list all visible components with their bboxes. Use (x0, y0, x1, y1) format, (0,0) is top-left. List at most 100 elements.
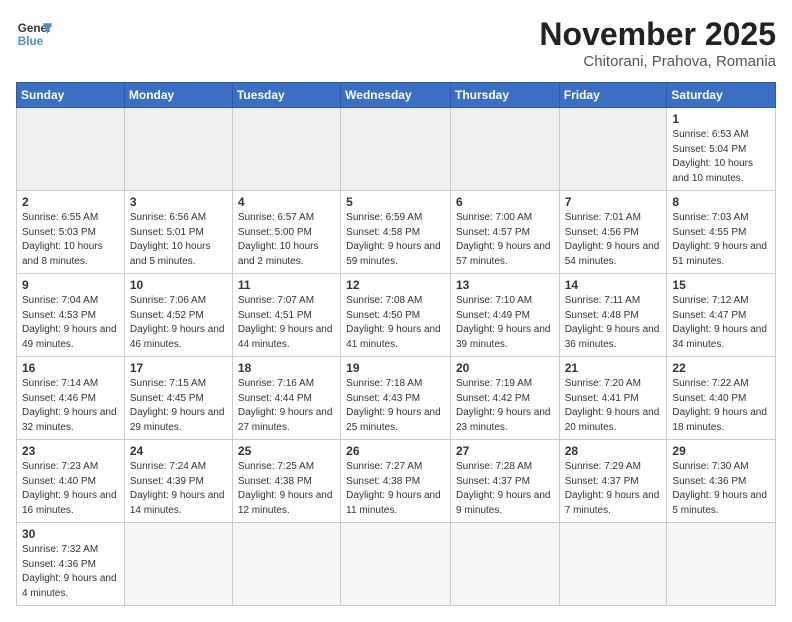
day-number: 21 (565, 361, 662, 375)
calendar-day-cell: 18 Sunrise: 7:16 AMSunset: 4:44 PMDayligh… (232, 357, 340, 440)
calendar-day-cell: 7 Sunrise: 7:01 AMSunset: 4:56 PMDaylight… (559, 191, 667, 274)
weekday-header: Thursday (450, 83, 559, 108)
calendar-day-cell: 21 Sunrise: 7:20 AMSunset: 4:41 PMDayligh… (559, 357, 667, 440)
month-title: November 2025 (539, 16, 776, 53)
day-number: 11 (238, 278, 335, 292)
calendar-day-cell: 25Sunrise: 7:25 AMSunset: 4:38 PMDayligh… (232, 440, 340, 523)
calendar-day-cell (341, 523, 451, 606)
day-number: 18 (238, 361, 335, 375)
calendar-day-cell (559, 523, 667, 606)
day-info: Sunrise: 7:22 AMSunset: 4:40 PMDaylight:… (672, 377, 770, 435)
day-number: 27 (456, 444, 554, 458)
day-number: 6 (456, 195, 554, 209)
day-number: 13 (456, 278, 554, 292)
day-info: Sunrise: 7:23 AMSunset: 4:40 PMDaylight:… (22, 460, 119, 518)
day-number: 26 (346, 444, 445, 458)
weekday-header: Friday (559, 83, 667, 108)
day-number: 10 (130, 278, 227, 292)
svg-text:Blue: Blue (18, 35, 44, 48)
calendar-day-cell: 30 Sunrise: 7:32 AMSunset: 4:36 PMDayligh… (17, 523, 125, 606)
day-info: Sunrise: 7:32 AMSunset: 4:36 PMDaylight:… (22, 543, 119, 601)
day-info: Sunrise: 7:30 AMSunset: 4:36 PMDaylight:… (672, 460, 770, 518)
calendar-day-cell: 6 Sunrise: 7:00 AMSunset: 4:57 PMDaylight… (450, 191, 559, 274)
day-info: Sunrise: 7:07 AMSunset: 4:51 PMDaylight:… (238, 294, 335, 352)
day-number: 15 (672, 278, 770, 292)
calendar-day-cell: 15 Sunrise: 7:12 AMSunset: 4:47 PMDayligh… (667, 274, 776, 357)
day-info: Sunrise: 6:56 AMSunset: 5:01 PMDaylight:… (130, 211, 227, 269)
day-info: Sunrise: 7:20 AMSunset: 4:41 PMDaylight:… (565, 377, 662, 435)
day-number: 19 (346, 361, 445, 375)
day-info: Sunrise: 7:27 AMSunset: 4:38 PMDaylight:… (346, 460, 445, 518)
title-block: November 2025 Chitorani, Prahova, Romani… (539, 16, 776, 70)
calendar-day-cell: 14 Sunrise: 7:11 AMSunset: 4:48 PMDayligh… (559, 274, 667, 357)
day-info: Sunrise: 7:11 AMSunset: 4:48 PMDaylight:… (565, 294, 662, 352)
calendar-week-row: 23 Sunrise: 7:23 AMSunset: 4:40 PMDayligh… (17, 440, 776, 523)
day-number: 30 (22, 527, 119, 541)
day-info: Sunrise: 7:01 AMSunset: 4:56 PMDaylight:… (565, 211, 662, 269)
day-info: Sunrise: 7:12 AMSunset: 4:47 PMDaylight:… (672, 294, 770, 352)
day-number: 23 (22, 444, 119, 458)
calendar-day-cell: 13 Sunrise: 7:10 AMSunset: 4:49 PMDayligh… (450, 274, 559, 357)
day-number: 1 (672, 112, 770, 126)
calendar-week-row: 2 Sunrise: 6:55 AMSunset: 5:03 PMDaylight… (17, 191, 776, 274)
calendar-week-row: 1Sunrise: 6:53 AMSunset: 5:04 PMDaylight… (17, 108, 776, 191)
calendar-day-cell: 11 Sunrise: 7:07 AMSunset: 4:51 PMDayligh… (232, 274, 340, 357)
day-info: Sunrise: 7:16 AMSunset: 4:44 PMDaylight:… (238, 377, 335, 435)
calendar-day-cell (559, 108, 667, 191)
calendar-day-cell (667, 523, 776, 606)
logo-icon: General Blue (16, 16, 52, 52)
location-title: Chitorani, Prahova, Romania (539, 53, 776, 70)
calendar-day-cell (341, 108, 451, 191)
calendar-day-cell: 10 Sunrise: 7:06 AMSunset: 4:52 PMDayligh… (124, 274, 232, 357)
calendar-day-cell: 16Sunrise: 7:14 AMSunset: 4:46 PMDayligh… (17, 357, 125, 440)
day-info: Sunrise: 7:24 AMSunset: 4:39 PMDaylight:… (130, 460, 227, 518)
calendar-day-cell: 2 Sunrise: 6:55 AMSunset: 5:03 PMDaylight… (17, 191, 125, 274)
day-info: Sunrise: 7:18 AMSunset: 4:43 PMDaylight:… (346, 377, 445, 435)
day-number: 17 (130, 361, 227, 375)
day-info: Sunrise: 6:59 AMSunset: 4:58 PMDaylight:… (346, 211, 445, 269)
calendar-day-cell: 8Sunrise: 7:03 AMSunset: 4:55 PMDaylight… (667, 191, 776, 274)
day-info: Sunrise: 7:10 AMSunset: 4:49 PMDaylight:… (456, 294, 554, 352)
weekday-header: Tuesday (232, 83, 340, 108)
page-header: General Blue November 2025 Chitorani, Pr… (16, 16, 776, 70)
calendar-day-cell: 19 Sunrise: 7:18 AMSunset: 4:43 PMDayligh… (341, 357, 451, 440)
calendar-day-cell (450, 523, 559, 606)
day-number: 5 (346, 195, 445, 209)
calendar-week-row: 16Sunrise: 7:14 AMSunset: 4:46 PMDayligh… (17, 357, 776, 440)
day-number: 14 (565, 278, 662, 292)
calendar-day-cell: 9Sunrise: 7:04 AMSunset: 4:53 PMDaylight… (17, 274, 125, 357)
calendar-day-cell: 4Sunrise: 6:57 AMSunset: 5:00 PMDaylight… (232, 191, 340, 274)
calendar-day-cell: 27Sunrise: 7:28 AMSunset: 4:37 PMDayligh… (450, 440, 559, 523)
day-info: Sunrise: 7:03 AMSunset: 4:55 PMDaylight:… (672, 211, 770, 269)
calendar-header-row: SundayMondayTuesdayWednesdayThursdayFrid… (17, 83, 776, 108)
day-info: Sunrise: 7:00 AMSunset: 4:57 PMDaylight:… (456, 211, 554, 269)
day-number: 20 (456, 361, 554, 375)
day-number: 25 (238, 444, 335, 458)
calendar-day-cell (17, 108, 125, 191)
calendar-day-cell: 26 Sunrise: 7:27 AMSunset: 4:38 PMDayligh… (341, 440, 451, 523)
calendar-day-cell (232, 108, 340, 191)
day-number: 24 (130, 444, 227, 458)
calendar-day-cell (124, 523, 232, 606)
day-info: Sunrise: 7:08 AMSunset: 4:50 PMDaylight:… (346, 294, 445, 352)
day-number: 2 (22, 195, 119, 209)
day-number: 7 (565, 195, 662, 209)
day-number: 28 (565, 444, 662, 458)
calendar: SundayMondayTuesdayWednesdayThursdayFrid… (16, 82, 776, 606)
weekday-header: Monday (124, 83, 232, 108)
calendar-day-cell (124, 108, 232, 191)
calendar-day-cell: 23 Sunrise: 7:23 AMSunset: 4:40 PMDayligh… (17, 440, 125, 523)
day-number: 16 (22, 361, 119, 375)
day-info: Sunrise: 7:06 AMSunset: 4:52 PMDaylight:… (130, 294, 227, 352)
calendar-day-cell: 1Sunrise: 6:53 AMSunset: 5:04 PMDaylight… (667, 108, 776, 191)
calendar-week-row: 30 Sunrise: 7:32 AMSunset: 4:36 PMDayligh… (17, 523, 776, 606)
calendar-day-cell: 5 Sunrise: 6:59 AMSunset: 4:58 PMDaylight… (341, 191, 451, 274)
day-number: 9 (22, 278, 119, 292)
calendar-day-cell: 29 Sunrise: 7:30 AMSunset: 4:36 PMDayligh… (667, 440, 776, 523)
day-info: Sunrise: 6:55 AMSunset: 5:03 PMDaylight:… (22, 211, 119, 269)
day-number: 29 (672, 444, 770, 458)
day-info: Sunrise: 7:15 AMSunset: 4:45 PMDaylight:… (130, 377, 227, 435)
calendar-day-cell: 22Sunrise: 7:22 AMSunset: 4:40 PMDayligh… (667, 357, 776, 440)
day-number: 3 (130, 195, 227, 209)
weekday-header: Sunday (17, 83, 125, 108)
